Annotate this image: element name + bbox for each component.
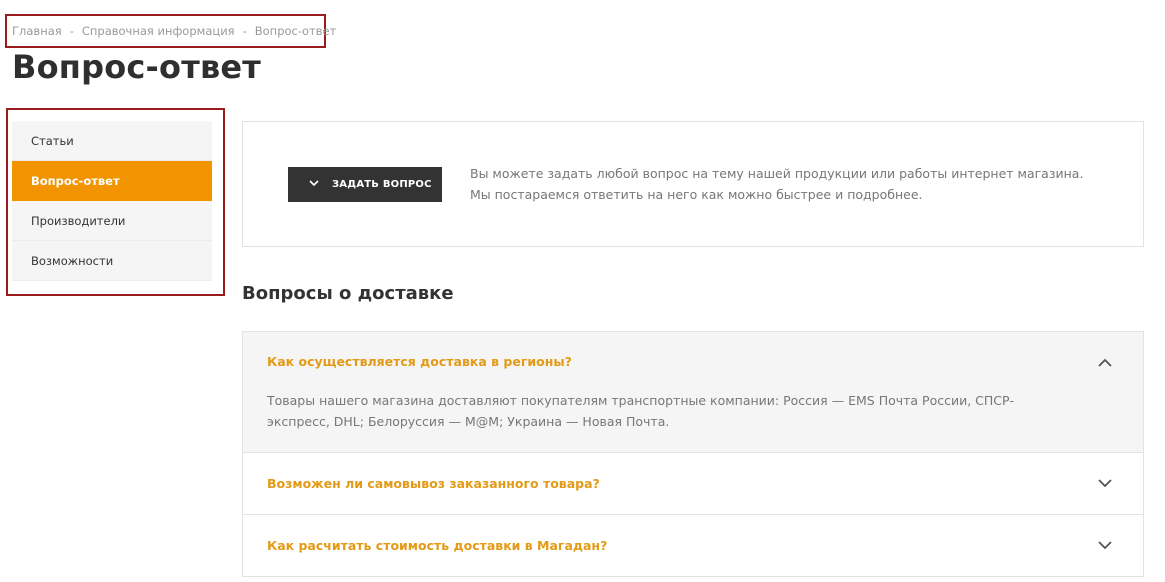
breadcrumb-separator: - xyxy=(242,24,247,38)
faq-question[interactable]: Возможен ли самовывоз заказанного товара… xyxy=(243,453,1143,514)
chevron-down-icon[interactable] xyxy=(1095,473,1115,493)
faq-accordion: Как осуществляется доставка в регионы? Т… xyxy=(242,331,1144,577)
page-title: Вопрос-ответ xyxy=(12,48,262,86)
faq-question[interactable]: Как осуществляется доставка в регионы? xyxy=(243,332,1143,390)
ask-question-button-label: ЗАДАТЬ ВОПРОС xyxy=(332,179,432,190)
breadcrumb-home[interactable]: Главная xyxy=(12,24,62,38)
sidebar-item-articles[interactable]: Статьи xyxy=(12,121,212,161)
sidebar-menu: Статьи Вопрос-ответ Производители Возмож… xyxy=(12,121,212,281)
faq-item: Как осуществляется доставка в регионы? Т… xyxy=(243,332,1143,453)
breadcrumb-reference[interactable]: Справочная информация xyxy=(82,24,235,38)
ask-question-description: Вы можете задать любой вопрос на тему на… xyxy=(470,163,1110,205)
faq-item: Как расчитать стоимость доставки в Магад… xyxy=(243,515,1143,577)
section-title: Вопросы о доставке xyxy=(242,283,454,304)
ask-question-button[interactable]: ЗАДАТЬ ВОПРОС xyxy=(288,167,442,202)
faq-answer: Товары нашего магазина доставляют покупа… xyxy=(267,393,1015,429)
ask-text-line-1: Вы можете задать любой вопрос на тему на… xyxy=(470,166,1084,181)
chevron-down-icon[interactable] xyxy=(1095,535,1115,555)
breadcrumb: Главная - Справочная информация - Вопрос-отв… xyxy=(5,14,336,48)
ask-text-line-2: Мы постараемся ответить на него как можн… xyxy=(470,187,923,202)
breadcrumb-current: Вопрос-ответ xyxy=(254,24,337,38)
ask-question-panel: ЗАДАТЬ ВОПРОС Вы можете задать любой воп… xyxy=(242,121,1144,247)
faq-item: Возможен ли самовывоз заказанного товара… xyxy=(243,453,1143,515)
chevron-up-icon[interactable] xyxy=(1095,352,1115,372)
sidebar-item-features[interactable]: Возможности xyxy=(12,241,212,281)
chevron-down-icon xyxy=(306,179,322,190)
sidebar-item-faq[interactable]: Вопрос-ответ xyxy=(12,161,212,201)
faq-question[interactable]: Как расчитать стоимость доставки в Магад… xyxy=(243,515,1143,576)
sidebar-item-manufacturers[interactable]: Производители xyxy=(12,201,212,241)
breadcrumb-separator: - xyxy=(69,24,74,38)
